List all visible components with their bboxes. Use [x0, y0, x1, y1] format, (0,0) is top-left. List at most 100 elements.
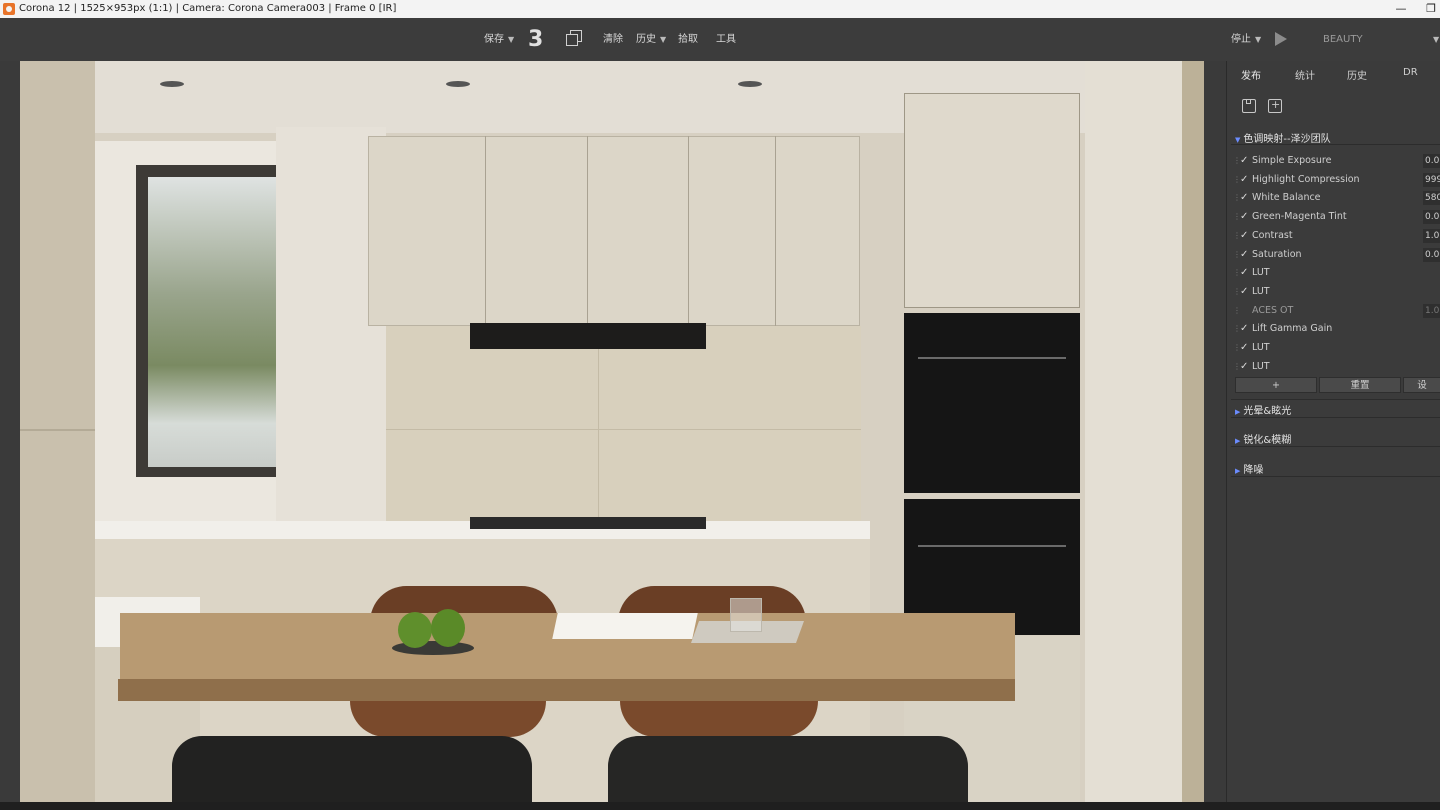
operator-checkbox[interactable]: ✓ [1240, 208, 1250, 226]
operator-checkbox[interactable]: ✓ [1240, 339, 1250, 357]
operator-row[interactable]: ⋮ ✓ LUT [1227, 283, 1440, 301]
divider [1231, 417, 1440, 418]
divider [1231, 399, 1440, 400]
load-settings-icon[interactable] [1268, 98, 1282, 113]
tile-seam [386, 429, 861, 430]
tile-seam [598, 326, 599, 526]
section-tonemapping[interactable]: ▼ 色调映射--泽沙团队 [1235, 130, 1331, 145]
cabinet-seam [688, 136, 689, 326]
dining-table-edge [118, 679, 1015, 701]
operator-checkbox[interactable]: ✓ [1240, 227, 1250, 245]
chair-seat [620, 701, 818, 737]
operator-row[interactable]: ⋮ ✓ Saturation 0.0 [1227, 246, 1440, 264]
save-dropdown[interactable]: 保存 ▼ [484, 18, 514, 61]
cooktop [470, 517, 706, 529]
operator-row[interactable]: ⋮ ✓ LUT [1227, 358, 1440, 376]
apple [431, 609, 465, 647]
operator-row[interactable]: ⋮ ✓ Highlight Compression 999 [1227, 171, 1440, 189]
tab-stats[interactable]: 统计 [1295, 67, 1315, 82]
expand-triangle-icon: ▼ [1235, 136, 1241, 144]
operator-value-field[interactable]: 0.0 [1423, 210, 1440, 225]
operator-label: LUT [1252, 267, 1270, 279]
backsplash [386, 326, 861, 526]
operator-checkbox[interactable]: ✓ [1240, 264, 1250, 282]
operator-row[interactable]: ⋮ ✓ Lift Gamma Gain [1227, 320, 1440, 338]
section-sharpen-blur[interactable]: ▶ 锐化&模糊 [1235, 431, 1291, 446]
operator-value-field[interactable]: 999 [1423, 172, 1440, 187]
render-pass-select[interactable]: BEAUTY [1323, 18, 1363, 61]
tab-history[interactable]: 历史 [1347, 67, 1367, 82]
restore-button[interactable]: ❐ [1420, 0, 1440, 18]
chevron-down-icon[interactable]: ▼ [1429, 18, 1439, 61]
operator-checkbox[interactable]: ✓ [1240, 246, 1250, 264]
divider [1231, 476, 1440, 477]
compare-icon[interactable] [566, 30, 582, 46]
operator-row[interactable]: ⋮ ✓ Contrast 1.0 [1227, 227, 1440, 245]
operator-label: LUT [1252, 342, 1270, 353]
operator-row[interactable]: ⋮ ✓ Simple Exposure 0.0 [1227, 152, 1440, 170]
toolbar: 保存 ▼ 3 清除 历史 ▼ 拾取 工具 停止 ▼ BEAUTY ▼ [0, 18, 1440, 61]
operator-checkbox[interactable]: ✓ [1240, 283, 1250, 301]
more-button[interactable]: 设 [1403, 377, 1440, 393]
operator-value-field[interactable]: 0.0 [1423, 247, 1440, 262]
add-operator-button[interactable]: + [1235, 377, 1317, 393]
oven-handle [918, 545, 1066, 547]
operator-row[interactable]: ⋮ ✓ White Balance 580 [1227, 189, 1440, 207]
ceiling-light [738, 81, 762, 87]
clear-button[interactable]: 清除 [603, 18, 623, 61]
cabinet-seam [485, 136, 486, 326]
left-wall [20, 61, 95, 802]
section-bloom-glare[interactable]: ▶ 光晕&眩光 [1235, 402, 1291, 417]
chevron-down-icon: ▼ [1255, 35, 1262, 44]
save-label: 保存 [484, 34, 504, 45]
apple [398, 612, 432, 648]
operator-value-field[interactable]: 1.0 [1423, 228, 1440, 243]
panel-tabs: 发布 统计 历史 DR [1227, 61, 1440, 87]
post-panel: 发布 统计 历史 DR ▼色调映射--泽沙团队 ⋮✓Simple Exposur… [1226, 61, 1440, 802]
operator-label: Simple Exposure [1252, 155, 1332, 166]
pick-button[interactable]: 拾取 [678, 18, 698, 61]
ceiling-light [160, 81, 184, 87]
operator-row[interactable]: ⋮ ACES OT 1.0 [1227, 302, 1440, 320]
tab-dr[interactable]: DR [1403, 67, 1418, 78]
operator-checkbox[interactable]: ✓ [1240, 152, 1250, 170]
operator-label: Highlight Compression [1252, 173, 1360, 185]
operator-value-field[interactable]: 1.0 [1423, 303, 1440, 318]
cabinet-seam [587, 136, 588, 326]
operator-checkbox[interactable]: ✓ [1240, 320, 1250, 338]
render-viewport[interactable] [0, 61, 1226, 802]
operator-checkbox[interactable]: ✓ [1240, 189, 1250, 207]
operator-row[interactable]: ⋮ ✓ LUT [1227, 339, 1440, 357]
history-dropdown[interactable]: 历史 ▼ [636, 18, 666, 61]
stop-dropdown[interactable]: 停止 ▼ [1231, 18, 1261, 61]
operator-row[interactable]: ⋮ ✓ Green-Magenta Tint 0.0 [1227, 208, 1440, 226]
operator-value-field[interactable]: 0.0 [1423, 154, 1440, 168]
operator-checkbox[interactable]: ✓ [1240, 358, 1250, 376]
ceiling-light [446, 81, 470, 87]
section-denoise[interactable]: ▶ 降噪 [1235, 461, 1263, 476]
minimize-button[interactable]: — [1390, 0, 1412, 18]
operator-label: LUT [1252, 360, 1270, 372]
operator-value-field[interactable]: 580 [1423, 191, 1440, 206]
reset-button[interactable]: 重置 [1319, 377, 1401, 393]
operator-checkbox[interactable]: ✓ [1240, 171, 1250, 189]
tools-button[interactable]: 工具 [716, 18, 736, 61]
channel-number[interactable]: 3 [528, 18, 543, 61]
range-hood [470, 323, 706, 349]
operator-label: Green-Magenta Tint [1252, 211, 1347, 223]
history-label: 历史 [636, 34, 656, 45]
chair-seat [350, 701, 546, 737]
open-book [552, 613, 698, 639]
tab-post[interactable]: 发布 [1241, 67, 1261, 82]
section-title: 光晕&眩光 [1243, 406, 1292, 417]
play-icon[interactable] [1275, 32, 1287, 46]
wall-seam [20, 429, 95, 431]
drag-handle-icon[interactable]: ⋮ [1233, 302, 1241, 320]
save-settings-icon[interactable] [1242, 99, 1256, 113]
expand-triangle-icon: ▶ [1235, 467, 1241, 475]
chevron-down-icon: ▼ [508, 35, 515, 44]
rendered-image[interactable] [20, 61, 1204, 802]
operator-row[interactable]: ⋮ ✓ LUT [1227, 264, 1440, 282]
operator-label: Saturation [1252, 248, 1302, 260]
operator-label: White Balance [1252, 192, 1321, 204]
